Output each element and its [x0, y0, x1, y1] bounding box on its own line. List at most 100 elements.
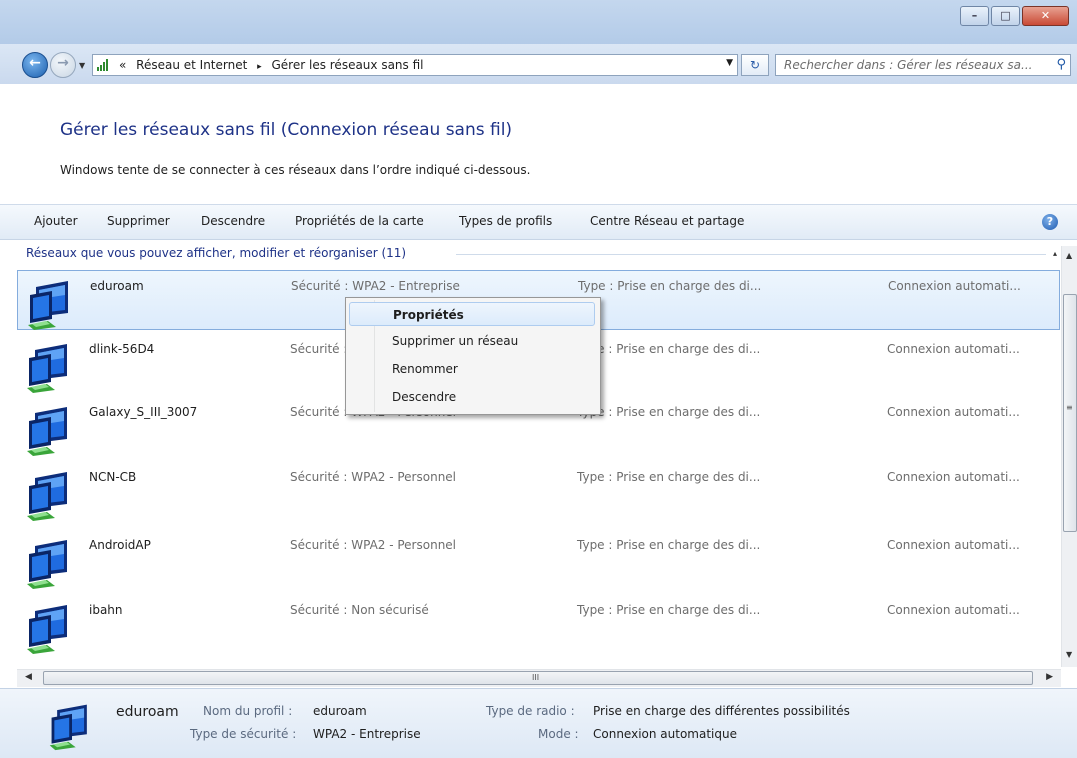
breadcrumb-separator-icon[interactable]: ▸	[257, 62, 262, 72]
wireless-network-icon	[21, 599, 81, 655]
menu-item-label: Propriétés	[393, 308, 464, 322]
group-header[interactable]: Réseaux que vous pouvez afficher, modifi…	[26, 246, 406, 260]
close-button[interactable]: ✕	[1022, 6, 1069, 26]
network-type: Type : Prise en charge des di...	[577, 405, 761, 419]
maximize-icon: □	[1000, 9, 1011, 22]
refresh-button[interactable]: ↻	[741, 54, 769, 76]
refresh-icon: ↻	[749, 58, 761, 72]
security-type-label: Type de sécurité :	[190, 727, 297, 741]
grip-icon: III	[532, 673, 540, 682]
group-divider	[456, 254, 1046, 255]
network-name: NCN-CB	[89, 470, 137, 484]
radio-type-label: Type de radio :	[486, 704, 575, 718]
back-arrow-icon: ←	[29, 55, 41, 71]
network-security: Sécurité : Non sécurisé	[290, 603, 429, 617]
forward-arrow-icon: →	[57, 55, 69, 71]
details-network-name: eduroam	[116, 704, 179, 720]
network-name: dlink-56D4	[89, 342, 155, 356]
network-bars-icon	[97, 59, 108, 71]
network-security: Sécurité : WPA2 - Entreprise	[291, 279, 460, 293]
wireless-network-icon	[21, 534, 81, 590]
window-controls: – □ ✕	[958, 6, 1069, 26]
forward-button[interactable]: →	[50, 52, 76, 78]
network-type: Type : Prise en charge des di...	[577, 342, 761, 356]
horizontal-scroll-thumb[interactable]: III	[43, 671, 1033, 685]
vertical-scrollbar[interactable]: ▲ ≡ ▼	[1061, 246, 1077, 667]
network-row[interactable]: AndroidAP Sécurité : WPA2 - Personnel Ty…	[17, 530, 1060, 590]
network-type: Type : Prise en charge des di...	[577, 470, 761, 484]
scroll-down-icon[interactable]: ▼	[1066, 650, 1072, 659]
network-row[interactable]: ibahn Sécurité : Non sécurisé Type : Pri…	[17, 595, 1060, 655]
radio-type-value: Prise en charge des différentes possibil…	[593, 704, 850, 718]
scroll-right-icon[interactable]: ▶	[1046, 672, 1053, 682]
page-subtitle: Windows tente de se connecter à ces rése…	[60, 163, 531, 177]
wireless-network-icon	[21, 466, 81, 522]
grip-icon: ≡	[1066, 403, 1073, 412]
add-button[interactable]: Ajouter	[34, 214, 78, 228]
address-bar[interactable]: « Réseau et Internet ▸ Gérer les réseaux…	[92, 54, 738, 76]
wireless-network-icon	[44, 699, 100, 751]
menu-item-properties[interactable]: Propriétés	[349, 302, 595, 326]
network-mode: Connexion automati...	[888, 279, 1021, 293]
adapter-properties-button[interactable]: Propriétés de la carte	[295, 214, 424, 228]
network-mode: Connexion automati...	[887, 538, 1020, 552]
network-mode: Connexion automati...	[887, 405, 1020, 419]
delete-button[interactable]: Supprimer	[107, 214, 170, 228]
minimize-icon: –	[971, 9, 978, 22]
profile-types-button[interactable]: Types de profils	[459, 214, 552, 228]
breadcrumb-item-gerer-reseaux[interactable]: Gérer les réseaux sans fil	[272, 58, 424, 72]
details-pane: eduroam Nom du profil : eduroam Type de …	[0, 688, 1077, 758]
profile-name-label: Nom du profil :	[203, 704, 293, 718]
wireless-network-icon	[21, 338, 81, 394]
mode-label: Mode :	[538, 727, 579, 741]
network-mode: Connexion automati...	[887, 342, 1020, 356]
network-type: Type : Prise en charge des di...	[578, 279, 762, 293]
wireless-network-icon	[21, 401, 81, 457]
profile-name-value: eduroam	[313, 704, 367, 718]
menu-item-label: Supprimer un réseau	[392, 334, 519, 348]
page-title: Gérer les réseaux sans fil (Connexion ré…	[60, 120, 513, 140]
network-name: Galaxy_S_III_3007	[89, 405, 198, 419]
maximize-button[interactable]: □	[991, 6, 1020, 26]
breadcrumb-item-reseau-internet[interactable]: Réseau et Internet	[136, 58, 247, 72]
command-bar: Ajouter Supprimer Descendre Propriétés d…	[0, 204, 1077, 240]
breadcrumb: « Réseau et Internet ▸ Gérer les réseaux…	[119, 58, 424, 72]
network-type: Type : Prise en charge des di...	[577, 603, 761, 617]
network-sharing-center-button[interactable]: Centre Réseau et partage	[590, 214, 744, 228]
group-collapse-icon[interactable]: ▴	[1053, 249, 1057, 258]
search-input[interactable]: Rechercher dans : Gérer les réseaux sa..…	[784, 58, 1046, 72]
breadcrumb-overflow[interactable]: «	[119, 58, 126, 72]
menu-item-label: Descendre	[392, 390, 457, 404]
help-icon[interactable]: ?	[1042, 214, 1058, 230]
back-button[interactable]: ←	[22, 52, 48, 78]
address-dropdown-icon[interactable]: ▼	[726, 58, 733, 68]
network-name: ibahn	[89, 603, 123, 617]
move-down-button[interactable]: Descendre	[201, 214, 265, 228]
network-mode: Connexion automati...	[887, 470, 1020, 484]
menu-item-label: Renommer	[392, 362, 458, 376]
menu-item-delete-network[interactable]: Supprimer un réseau	[349, 329, 595, 353]
network-mode: Connexion automati...	[887, 603, 1020, 617]
network-name: AndroidAP	[89, 538, 151, 552]
network-security: Sécurité : WPA2 - Personnel	[290, 538, 457, 552]
menu-item-rename[interactable]: Renommer	[349, 357, 595, 381]
minimize-button[interactable]: –	[960, 6, 989, 26]
horizontal-scrollbar[interactable]: ◀ III ▶	[17, 669, 1061, 687]
recent-pages-dropdown[interactable]: ▼	[79, 61, 85, 70]
scroll-up-icon[interactable]: ▲	[1066, 251, 1072, 260]
network-row[interactable]: NCN-CB Sécurité : WPA2 - Personnel Type …	[17, 462, 1060, 522]
search-box[interactable]: Rechercher dans : Gérer les réseaux sa..…	[775, 54, 1071, 76]
vertical-scroll-thumb[interactable]: ≡	[1063, 294, 1077, 532]
wireless-network-icon	[22, 275, 82, 331]
network-type: Type : Prise en charge des di...	[577, 538, 761, 552]
menu-item-move-down[interactable]: Descendre	[349, 385, 595, 409]
search-icon[interactable]: ⚲	[1056, 57, 1066, 72]
mode-value: Connexion automatique	[593, 727, 737, 741]
context-menu: Propriétés Supprimer un réseau Renommer …	[345, 297, 601, 415]
navigation-bar: ← → ▼ « Réseau et Internet ▸ Gérer les r…	[0, 44, 1077, 84]
network-name: eduroam	[90, 279, 144, 293]
scroll-left-icon[interactable]: ◀	[25, 672, 32, 682]
security-type-value: WPA2 - Entreprise	[313, 727, 421, 741]
close-icon: ✕	[1040, 9, 1051, 22]
network-security: Sécurité : WPA2 - Personnel	[290, 470, 457, 484]
